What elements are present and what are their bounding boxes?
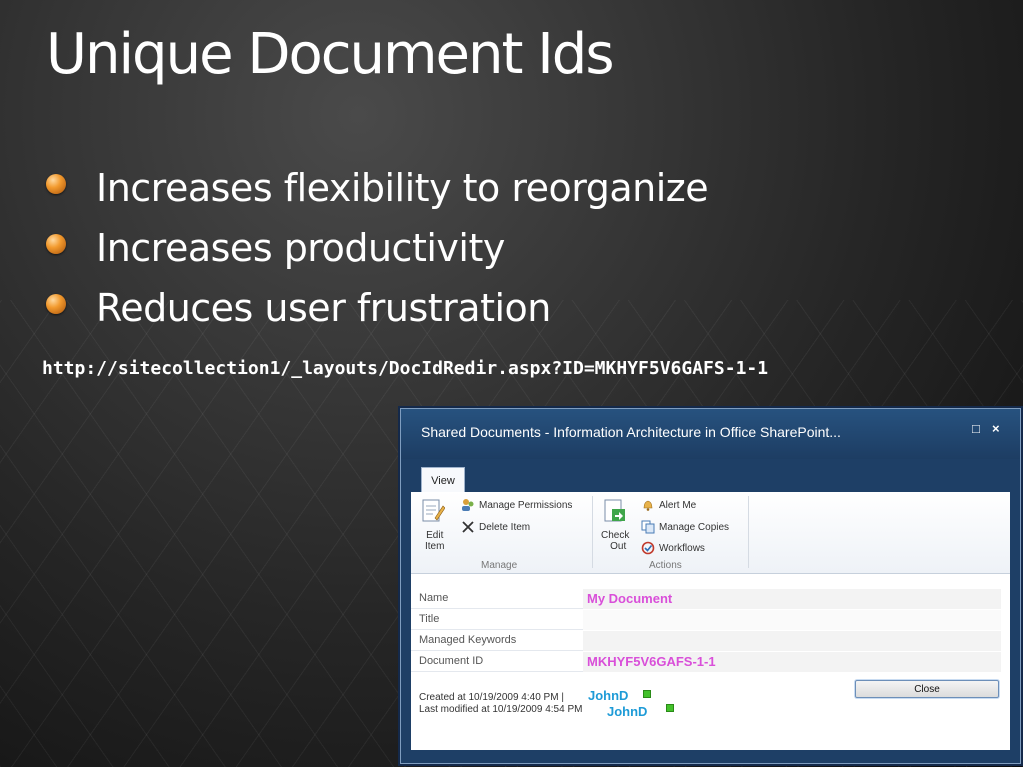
alert-me-button[interactable]: Alert Me — [641, 498, 696, 512]
field-value: MKHYF5V6GAFS-1-1 — [587, 654, 716, 669]
bullet-item: Reduces user frustration — [46, 278, 708, 338]
field-value-cell — [583, 610, 1001, 630]
field-label: Document ID — [419, 655, 484, 667]
field-row-title: Title — [411, 610, 1001, 630]
bullet-text: Increases productivity — [96, 226, 505, 270]
bullet-text: Reduces user frustration — [96, 286, 551, 330]
edit-document-icon — [422, 499, 445, 522]
delete-x-icon — [462, 521, 474, 533]
bullet-dot-icon — [46, 234, 66, 254]
field-row-name: Name My Document — [411, 589, 1001, 609]
workflows-button[interactable]: Workflows — [641, 541, 705, 555]
check-out-label-line1: Check — [601, 530, 630, 541]
presence-icon — [666, 704, 674, 712]
bullet-item: Increases flexibility to reorganize — [46, 158, 709, 218]
modified-at-text: Last modified at 10/19/2009 4:54 PM — [419, 704, 583, 715]
slide-title: Unique Document Ids — [46, 22, 614, 87]
dialog-title: Shared Documents - Information Architect… — [421, 424, 841, 440]
copies-icon — [641, 520, 655, 534]
field-row-document-id: Document ID MKHYF5V6GAFS-1-1 — [411, 652, 1001, 672]
field-value-cell: My Document — [583, 589, 1001, 609]
manage-copies-button[interactable]: Manage Copies — [641, 520, 729, 534]
bullet-list: Increases flexibility to reorganize Incr… — [46, 158, 709, 338]
ribbon: Edit Item Manage Permissions Delete Item… — [411, 492, 1010, 574]
created-by-user[interactable]: JohnD — [588, 688, 628, 703]
document-properties-dialog: Shared Documents - Information Architect… — [400, 408, 1021, 764]
dialog-titlebar: Shared Documents - Information Architect… — [401, 409, 1020, 459]
permissions-icon — [462, 499, 474, 511]
manage-group-label: Manage — [481, 560, 518, 571]
manage-permissions-button[interactable]: Manage Permissions — [461, 498, 572, 512]
check-out-label-line2: Out — [610, 541, 627, 552]
manage-copies-label: Manage Copies — [659, 521, 730, 533]
field-row-managed-keywords: Managed Keywords — [411, 631, 1001, 651]
check-out-icon — [604, 499, 625, 522]
manage-permissions-label: Manage Permissions — [479, 499, 573, 511]
workflows-label: Workflows — [659, 542, 705, 554]
check-out-label: Check Out — [601, 530, 629, 552]
field-value-cell — [583, 631, 1001, 651]
maximize-icon[interactable]: □ — [972, 421, 980, 436]
presence-icon — [643, 690, 651, 698]
alert-bell-icon — [643, 500, 653, 511]
created-at-text: Created at 10/19/2009 4:40 PM | — [419, 692, 564, 703]
field-label: Managed Keywords — [419, 634, 517, 646]
actions-group-label: Actions — [649, 560, 682, 571]
tab-view[interactable]: View — [421, 467, 465, 493]
check-out-button[interactable]: Check Out — [597, 496, 637, 556]
bullet-dot-icon — [46, 294, 66, 314]
close-button[interactable]: Close — [855, 680, 999, 698]
ribbon-separator — [748, 496, 749, 568]
edit-item-label-line2: Item — [425, 541, 445, 552]
close-icon[interactable]: × — [992, 421, 1000, 436]
field-label: Title — [419, 613, 440, 625]
edit-item-button[interactable]: Edit Item — [415, 496, 455, 556]
alert-me-label: Alert Me — [659, 499, 697, 511]
edit-item-label-line1: Edit — [426, 530, 444, 541]
bullet-dot-icon — [46, 174, 66, 194]
bullet-text: Increases flexibility to reorganize — [96, 166, 709, 210]
field-label: Name — [419, 592, 449, 604]
workflow-icon — [641, 541, 655, 555]
delete-item-label: Delete Item — [479, 521, 531, 533]
modified-by-user[interactable]: JohnD — [607, 704, 647, 719]
delete-item-button[interactable]: Delete Item — [461, 520, 530, 534]
doc-id-url: http://sitecollection1/_layouts/DocIdRed… — [42, 358, 769, 379]
ribbon-separator — [592, 496, 593, 568]
field-value: My Document — [587, 591, 673, 606]
field-value-cell: MKHYF5V6GAFS-1-1 — [583, 652, 1001, 672]
edit-item-label: Edit Item — [425, 530, 444, 552]
bullet-item: Increases productivity — [46, 218, 708, 278]
dialog-content: Edit Item Manage Permissions Delete Item… — [411, 492, 1010, 750]
